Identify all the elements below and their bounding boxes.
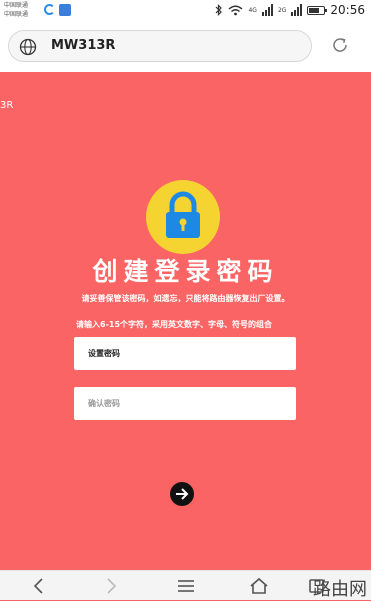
- carrier-line-1: 中国联通: [4, 2, 29, 9]
- password-input[interactable]: [74, 337, 296, 370]
- reload-icon[interactable]: [331, 36, 349, 54]
- signal-icon-2: [291, 4, 303, 16]
- battery-level: [309, 7, 320, 13]
- menu-icon[interactable]: [175, 577, 197, 595]
- carrier-info: 中国联通 中国联通: [4, 1, 28, 19]
- status-right: 4G 2G 20:56: [215, 3, 365, 17]
- lock-icon: [166, 191, 200, 238]
- network-type-2: 2G: [277, 6, 287, 14]
- password-rule: 请输入6-15个字符，采用英文数字、字母、符号的组合: [76, 320, 273, 329]
- back-icon[interactable]: [28, 577, 50, 595]
- next-button[interactable]: [170, 482, 194, 506]
- battery-icon: [307, 5, 328, 15]
- bluetooth-icon: [216, 4, 223, 16]
- lock-badge: [146, 180, 220, 254]
- wifi-icon: [229, 5, 243, 15]
- globe-icon: [19, 38, 37, 56]
- home-icon[interactable]: [248, 577, 270, 595]
- corner-text: 3R: [0, 100, 14, 111]
- confirm-password-input[interactable]: [74, 387, 296, 420]
- watermark-text: 路由网: [313, 579, 367, 600]
- status-time: 20:56: [330, 3, 365, 17]
- arrow-right-icon: [176, 488, 189, 500]
- forward-icon[interactable]: [100, 577, 122, 595]
- signal-icon: [261, 4, 273, 16]
- url-field[interactable]: MW313R: [8, 30, 312, 62]
- status-app-icons: [44, 4, 71, 16]
- status-bar: 中国联通 中国联通 4G 2G 20:56: [0, 0, 371, 22]
- url-text: MW313R: [51, 38, 116, 53]
- carrier-line-2: 中国联通: [4, 11, 29, 18]
- network-type-1: 4G: [248, 6, 257, 14]
- browser-ring-icon: [44, 4, 55, 15]
- app-square-icon: [59, 4, 71, 16]
- page-title: 创建登录密码: [92, 257, 279, 286]
- browser-nav-bar: 路由网: [0, 570, 371, 600]
- address-bar: MW313R: [0, 22, 371, 72]
- password-notice: 请妥善保管该密码，如遗忘，只能将路由器恢复出厂设置。: [81, 294, 290, 303]
